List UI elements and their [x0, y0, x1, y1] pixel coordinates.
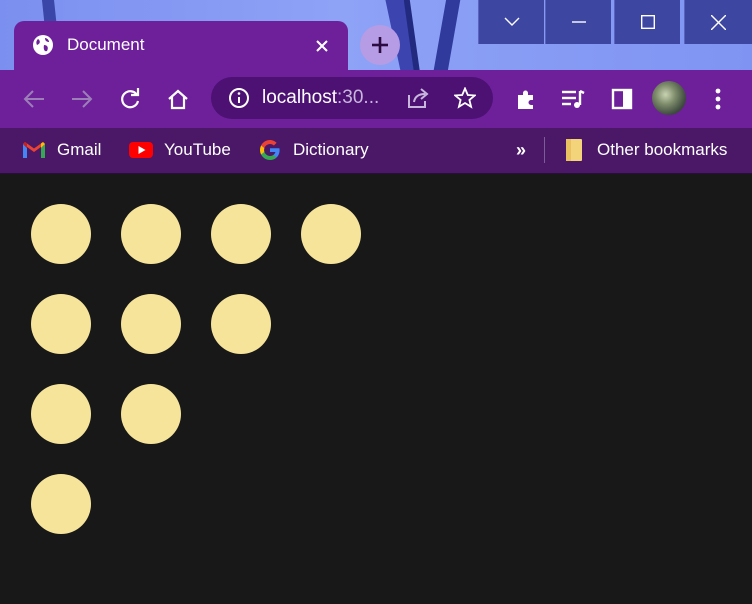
circle: [31, 474, 91, 534]
circle: [31, 204, 91, 264]
bookmarks-overflow-button[interactable]: »: [516, 136, 526, 164]
circle: [121, 294, 181, 354]
arrow-left-icon: [23, 90, 44, 108]
menu-button[interactable]: [705, 86, 731, 112]
bookmark-label: Dictionary: [293, 140, 369, 159]
tab-document[interactable]: Document: [14, 21, 348, 71]
bookmark-label: Gmail: [57, 140, 102, 159]
puzzle-icon: [518, 90, 533, 109]
tab-search-button[interactable]: [478, 0, 544, 44]
other-bookmarks-button[interactable]: Other bookmarks: [562, 136, 727, 164]
extensions-button[interactable]: [513, 86, 539, 112]
star-icon[interactable]: [454, 87, 476, 109]
circle: [211, 204, 271, 264]
circle-row: [31, 294, 271, 354]
info-icon[interactable]: [228, 87, 250, 109]
circle: [301, 204, 361, 264]
media-control-button[interactable]: [560, 86, 586, 112]
circle-row: [31, 474, 91, 534]
close-window-button[interactable]: [684, 0, 752, 44]
browser-toolbar: localhost:30...: [0, 70, 752, 128]
bookmarks-bar: Gmail YouTube Dictionary » Other bookmar…: [0, 128, 752, 174]
profile-avatar[interactable]: [652, 81, 686, 115]
circle-row: [31, 384, 181, 444]
maximize-icon: [640, 15, 655, 29]
playlist-icon: [562, 89, 585, 108]
circle: [121, 384, 181, 444]
google-icon: [258, 139, 282, 161]
circle: [121, 204, 181, 264]
other-bookmarks-label: Other bookmarks: [597, 140, 728, 159]
new-tab-button[interactable]: [360, 25, 400, 65]
reload-button[interactable]: [117, 86, 143, 112]
maximize-button[interactable]: [614, 0, 680, 44]
minimize-button[interactable]: [545, 0, 611, 44]
url-port: :30...: [337, 87, 380, 108]
home-icon: [168, 89, 188, 110]
chevron-double-right-icon: »: [516, 139, 527, 160]
circle-row: [31, 204, 361, 264]
close-icon: [711, 14, 726, 30]
home-button[interactable]: [165, 86, 191, 112]
reload-icon: [121, 88, 140, 109]
bookmark-youtube[interactable]: YouTube: [129, 136, 231, 164]
tab-title: Document: [67, 35, 145, 54]
bookmarks-divider: [544, 137, 545, 163]
wallpaper-stroke: [430, 0, 464, 70]
more-vert-icon: [715, 88, 721, 110]
side-panel-button[interactable]: [609, 86, 635, 112]
youtube-icon: [129, 139, 153, 161]
close-tab-icon[interactable]: [312, 36, 332, 56]
globe-icon: [33, 35, 53, 55]
gmail-icon: [22, 139, 46, 161]
url-text[interactable]: localhost:30...: [262, 87, 379, 109]
back-button[interactable]: [21, 86, 47, 112]
bookmark-dictionary[interactable]: Dictionary: [258, 136, 369, 164]
page-content: [0, 174, 752, 604]
circle: [31, 294, 91, 354]
minimize-icon: [571, 21, 586, 23]
bookmark-label: YouTube: [164, 140, 231, 159]
chevron-down-icon: [504, 17, 519, 26]
forward-button[interactable]: [69, 86, 95, 112]
share-icon[interactable]: [406, 87, 430, 109]
bookmark-gmail[interactable]: Gmail: [22, 136, 101, 164]
plus-icon: [372, 37, 388, 53]
side-panel-icon: [611, 88, 633, 110]
address-bar[interactable]: localhost:30...: [211, 77, 493, 119]
arrow-right-icon: [72, 90, 93, 108]
circle: [211, 294, 271, 354]
url-host: localhost: [262, 87, 337, 108]
folder-icon: [562, 139, 586, 161]
circle: [31, 384, 91, 444]
